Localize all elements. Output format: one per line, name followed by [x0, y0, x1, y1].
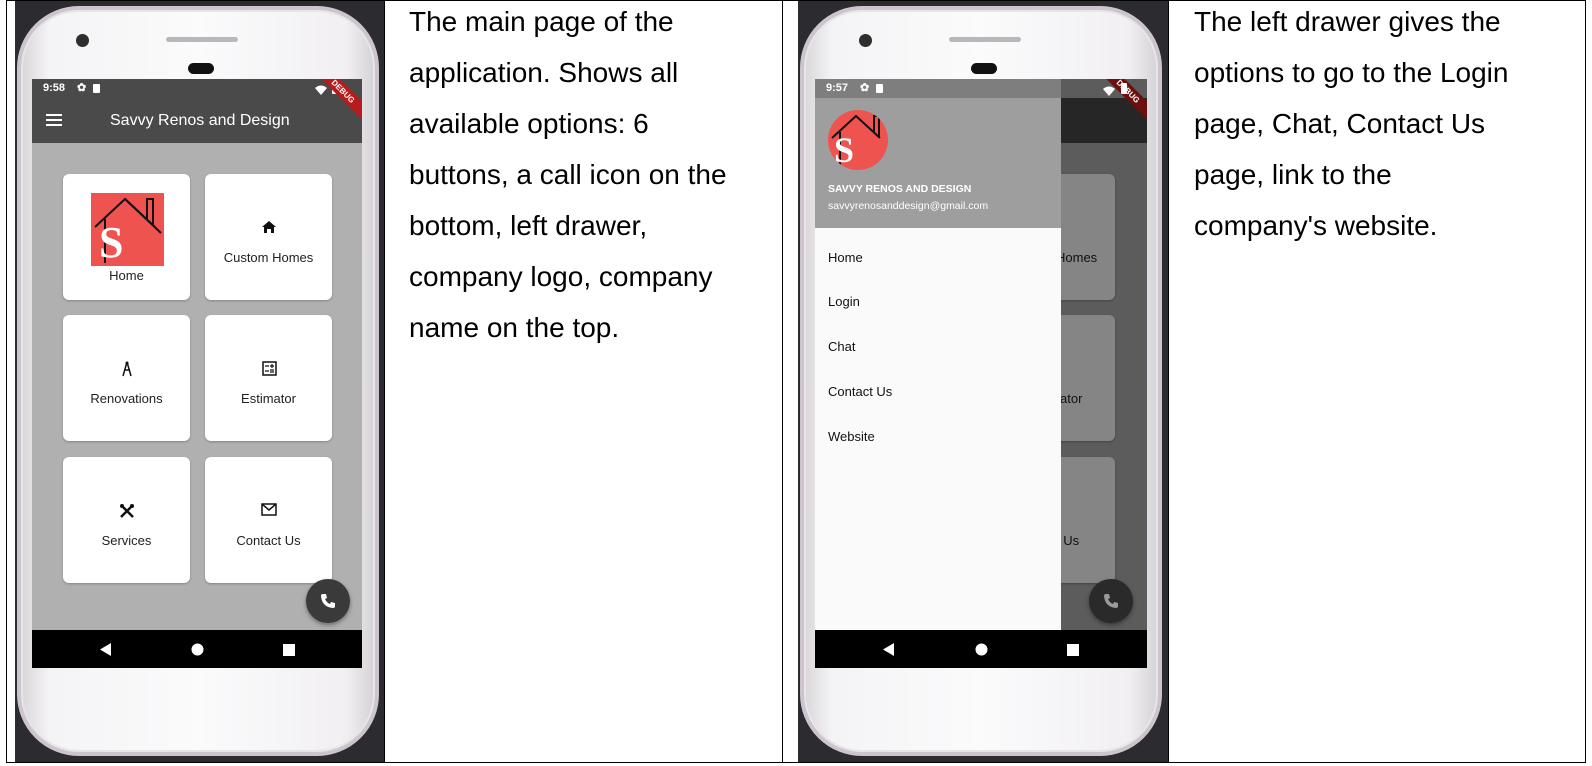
- sensor: [188, 63, 214, 74]
- description-line: buttons, a call icon on the: [409, 159, 727, 190]
- drawer-item-website[interactable]: Website: [828, 429, 875, 444]
- status-time: 9:58: [43, 82, 66, 94]
- description-line: available options: 6: [409, 108, 649, 139]
- settings-icon: ✿: [860, 82, 870, 94]
- description-line: The left drawer gives the: [1194, 6, 1501, 37]
- compass-icon: [118, 361, 136, 379]
- phone-screen: 9:58 ✿ Savvy Renos and Design DEBUG S Ho…: [32, 79, 362, 668]
- status-time: 9:57: [826, 82, 849, 94]
- tile-label: Estimator: [241, 391, 296, 406]
- wifi-icon: [1103, 83, 1115, 101]
- sim-icon: [876, 84, 883, 93]
- system-nav-bar: [32, 630, 362, 668]
- company-logo: S: [91, 193, 164, 266]
- tile-estimator[interactable]: Estimator: [205, 315, 332, 441]
- screenshot-drawer: n Homes ator t Us DEBUG: [798, 1, 1168, 762]
- tools-icon: [118, 503, 136, 521]
- sensor: [971, 63, 997, 74]
- drawer-item-home[interactable]: Home: [828, 250, 863, 265]
- description-line: The main page of the: [409, 6, 674, 37]
- front-camera: [859, 34, 872, 47]
- navigation-drawer: 9:57 ✿ S SAVVY RENOS AND DESIGN savvyren…: [815, 79, 1061, 630]
- description-line: application. Shows all: [409, 57, 679, 88]
- main-page-description: The main page of the application. Shows …: [409, 0, 727, 353]
- recents-icon[interactable]: [1067, 643, 1079, 661]
- drawer-header: 9:57 ✿ S SAVVY RENOS AND DESIGN savvyren…: [815, 79, 1061, 228]
- svg-text:S: S: [834, 130, 854, 170]
- settings-icon: ✿: [77, 82, 87, 94]
- tile-label: Services: [101, 533, 152, 548]
- drawer-item-chat[interactable]: Chat: [828, 339, 855, 354]
- description-line: options to go to the Login: [1194, 57, 1509, 88]
- earpiece: [166, 37, 238, 42]
- drawer-scrim[interactable]: [1061, 79, 1147, 630]
- screenshot-main-page: 9:58 ✿ Savvy Renos and Design DEBUG S Ho…: [15, 1, 384, 762]
- app-title: Savvy Renos and Design: [110, 112, 290, 129]
- tile-custom-homes[interactable]: Custom Homes: [205, 174, 332, 300]
- earpiece: [949, 37, 1021, 42]
- drawer-description: The left drawer gives the options to go …: [1194, 0, 1508, 251]
- front-camera: [76, 34, 89, 47]
- system-nav-bar: [815, 630, 1147, 668]
- phone-screen: n Homes ator t Us DEBUG: [815, 79, 1147, 668]
- tile-label: Contact Us: [236, 533, 301, 548]
- home-nav-icon[interactable]: [975, 643, 988, 661]
- drawer-item-login[interactable]: Login: [828, 294, 860, 309]
- phone-frame: 9:58 ✿ Savvy Renos and Design DEBUG S Ho…: [17, 6, 379, 756]
- drawer-company-name: SAVVY RENOS AND DESIGN: [828, 183, 972, 195]
- call-button: [1089, 579, 1133, 623]
- company-logo-avatar: S: [828, 110, 888, 170]
- tile-label: Renovations: [90, 391, 163, 406]
- drawer-item-contact-us[interactable]: Contact Us: [828, 384, 892, 399]
- tile-renovations[interactable]: Renovations: [63, 315, 190, 441]
- description-line: company logo, company: [409, 261, 713, 292]
- tile-contact-us[interactable]: Contact Us: [205, 457, 332, 583]
- mail-icon: [260, 503, 278, 521]
- table-divider: [384, 0, 385, 763]
- svg-text:S: S: [99, 218, 123, 266]
- app-bar: Savvy Renos and Design: [32, 98, 362, 143]
- battery-icon: [1121, 83, 1127, 94]
- tile-label: Home: [109, 268, 144, 283]
- tile-services[interactable]: Services: [63, 457, 190, 583]
- description-line: page, link to the: [1194, 159, 1392, 190]
- menu-icon[interactable]: [46, 114, 62, 126]
- phone-icon: [1104, 594, 1118, 608]
- description-line: company's website.: [1194, 210, 1438, 241]
- description-line: page, Chat, Contact Us: [1194, 108, 1486, 139]
- tile-label: Custom Homes: [223, 250, 314, 265]
- phone-icon: [321, 594, 335, 608]
- tile-home[interactable]: S Home: [63, 174, 190, 300]
- sim-icon: [93, 84, 100, 93]
- phone-frame: n Homes ator t Us DEBUG: [800, 6, 1162, 756]
- description-line: bottom, left drawer,: [409, 210, 648, 241]
- recents-icon[interactable]: [283, 643, 295, 661]
- calculator-icon: [260, 361, 278, 379]
- home-nav-icon[interactable]: [191, 643, 204, 661]
- table-divider: [1168, 0, 1169, 763]
- drawer-email: savvyrenosanddesign@gmail.com: [828, 200, 989, 212]
- call-button[interactable]: [306, 579, 350, 623]
- status-bar: 9:58 ✿: [32, 79, 362, 98]
- table-divider: [782, 0, 783, 763]
- home-icon: [260, 220, 278, 238]
- back-icon[interactable]: [100, 643, 112, 661]
- status-bar: 9:57 ✿: [815, 79, 1061, 98]
- description-line: name on the top.: [409, 312, 620, 343]
- back-icon[interactable]: [883, 643, 895, 661]
